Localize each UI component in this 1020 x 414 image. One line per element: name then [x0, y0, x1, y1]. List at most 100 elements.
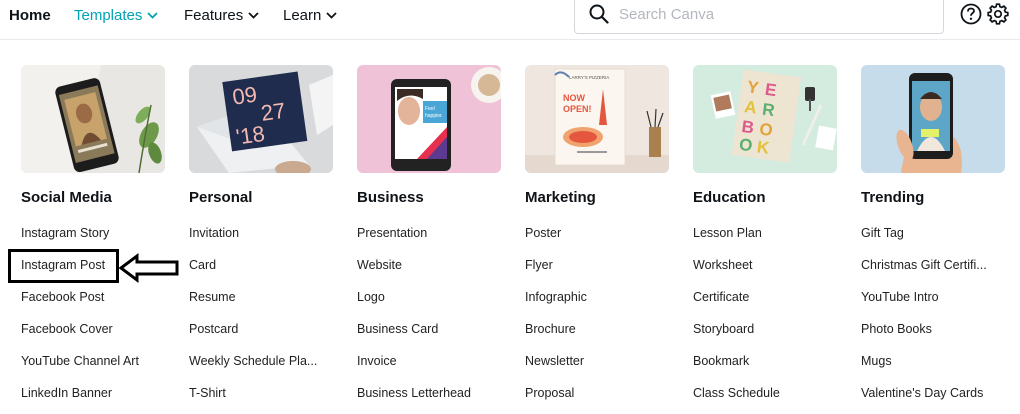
category-title[interactable]: Social Media [21, 189, 112, 206]
search-input[interactable] [619, 5, 919, 23]
link-label: Weekly Schedule Pla... [189, 354, 318, 368]
link-christmas-gift-certificate[interactable]: Christmas Gift Certifi... [861, 257, 1011, 289]
link-label: Facebook Post [21, 290, 105, 304]
category-marketing: LARRY'S PIZZERIA NOW OPEN! Marketing Pos… [525, 65, 669, 400]
link-label: T-Shirt [189, 386, 226, 400]
link-label: Business Card [357, 322, 439, 336]
link-resume[interactable]: Resume [189, 289, 339, 321]
annotation-highlight-box [8, 249, 119, 283]
link-youtube-channel-art[interactable]: YouTube Channel Art [21, 353, 171, 385]
nav-learn[interactable]: Learn [283, 0, 338, 30]
link-label: Photo Books [861, 322, 932, 336]
education-thumbnail[interactable]: Y E A R B O O K [693, 65, 837, 173]
link-poster[interactable]: Poster [525, 225, 675, 257]
link-label: Poster [525, 226, 562, 240]
yearbook-mockup-image: Y E A R B O O K [693, 65, 837, 173]
link-label: Presentation [357, 226, 428, 240]
link-label: Valentine's Day Cards [861, 386, 984, 400]
marketing-thumbnail[interactable]: LARRY'S PIZZERIA NOW OPEN! [525, 65, 669, 173]
link-label: Bookmark [693, 354, 750, 368]
help-button[interactable] [960, 3, 982, 25]
nav-features[interactable]: Features [184, 0, 259, 30]
link-label: Infographic [525, 290, 587, 304]
business-thumbnail[interactable]: Feel happier. [357, 65, 501, 173]
link-presentation[interactable]: Presentation [357, 225, 507, 257]
category-links: Invitation Card Resume Postcard Weekly S… [189, 225, 339, 414]
nav-home[interactable]: Home [9, 0, 51, 30]
link-class-schedule[interactable]: Class Schedule [693, 385, 843, 414]
trending-thumbnail[interactable] [861, 65, 1005, 173]
link-t-shirt[interactable]: T-Shirt [189, 385, 339, 414]
category-education: Y E A R B O O K Education Lesson Plan Wo… [693, 65, 837, 400]
link-label: LinkedIn Banner [21, 386, 113, 400]
link-label: Christmas Gift Certifi... [861, 258, 987, 272]
link-label: YouTube Channel Art [21, 354, 139, 368]
chevron-down-icon [248, 11, 259, 19]
link-facebook-post[interactable]: Facebook Post [21, 289, 171, 321]
link-brochure[interactable]: Brochure [525, 321, 675, 353]
link-weekly-schedule-planner[interactable]: Weekly Schedule Pla... [189, 353, 339, 385]
link-facebook-cover[interactable]: Facebook Cover [21, 321, 171, 353]
chevron-down-icon [326, 11, 338, 19]
category-business: Feel happier. Business Presentation Webs… [357, 65, 501, 400]
poster-line1: NOW [563, 93, 586, 103]
link-worksheet[interactable]: Worksheet [693, 257, 843, 289]
link-label: Flyer [525, 258, 553, 272]
settings-button[interactable] [987, 3, 1009, 25]
search-bar[interactable] [574, 0, 944, 34]
category-trending: Trending Gift Tag Christmas Gift Certifi… [861, 65, 1005, 400]
link-label: Card [189, 258, 217, 272]
link-lesson-plan[interactable]: Lesson Plan [693, 225, 843, 257]
link-mugs[interactable]: Mugs [861, 353, 1011, 385]
link-label: Storyboard [693, 322, 755, 336]
category-title[interactable]: Trending [861, 189, 924, 206]
help-icon [960, 3, 982, 25]
nav-templates[interactable]: Templates [74, 0, 159, 30]
link-card[interactable]: Card [189, 257, 339, 289]
link-label: Invitation [189, 226, 240, 240]
category-title[interactable]: Education [693, 189, 766, 206]
poster-header: LARRY'S PIZZERIA [569, 75, 609, 80]
link-website[interactable]: Website [357, 257, 507, 289]
link-gift-tag[interactable]: Gift Tag [861, 225, 1011, 257]
link-infographic[interactable]: Infographic [525, 289, 675, 321]
link-postcard[interactable]: Postcard [189, 321, 339, 353]
link-storyboard[interactable]: Storyboard [693, 321, 843, 353]
link-invoice[interactable]: Invoice [357, 353, 507, 385]
nav-home-label: Home [9, 6, 51, 24]
category-personal: 09 27 '18 Personal Invitation Card Resum… [189, 65, 333, 400]
link-valentines-day-cards[interactable]: Valentine's Day Cards [861, 385, 1011, 414]
link-flyer[interactable]: Flyer [525, 257, 675, 289]
link-label: YouTube Intro [861, 290, 939, 304]
card-text-line1: 09 [231, 82, 259, 110]
link-label: Website [357, 258, 402, 272]
link-label: Mugs [861, 354, 892, 368]
card-mockup-image: 09 27 '18 [189, 65, 333, 173]
yearbook-letter: R [761, 100, 776, 121]
link-business-card[interactable]: Business Card [357, 321, 507, 353]
category-links: Poster Flyer Infographic Brochure Newsle… [525, 225, 675, 414]
link-label: Certificate [693, 290, 750, 304]
link-linkedin-banner[interactable]: LinkedIn Banner [21, 385, 171, 414]
category-title[interactable]: Marketing [525, 189, 596, 206]
link-bookmark[interactable]: Bookmark [693, 353, 843, 385]
link-label: Brochure [525, 322, 576, 336]
category-links: Gift Tag Christmas Gift Certifi... YouTu… [861, 225, 1011, 414]
poster-mockup-image: LARRY'S PIZZERIA NOW OPEN! [525, 65, 669, 173]
link-photo-books[interactable]: Photo Books [861, 321, 1011, 353]
arrow-left-icon [119, 253, 179, 283]
link-certificate[interactable]: Certificate [693, 289, 843, 321]
category-title[interactable]: Business [357, 189, 424, 206]
category-title[interactable]: Personal [189, 189, 252, 206]
link-youtube-intro[interactable]: YouTube Intro [861, 289, 1011, 321]
personal-thumbnail[interactable]: 09 27 '18 [189, 65, 333, 173]
link-invitation[interactable]: Invitation [189, 225, 339, 257]
link-label: Resume [189, 290, 236, 304]
link-logo[interactable]: Logo [357, 289, 507, 321]
social-media-thumbnail[interactable] [21, 65, 165, 173]
category-links: Lesson Plan Worksheet Certificate Storyb… [693, 225, 843, 414]
gear-icon [987, 3, 1009, 25]
link-business-letterhead[interactable]: Business Letterhead [357, 385, 507, 414]
link-newsletter[interactable]: Newsletter [525, 353, 675, 385]
link-proposal[interactable]: Proposal [525, 385, 675, 414]
